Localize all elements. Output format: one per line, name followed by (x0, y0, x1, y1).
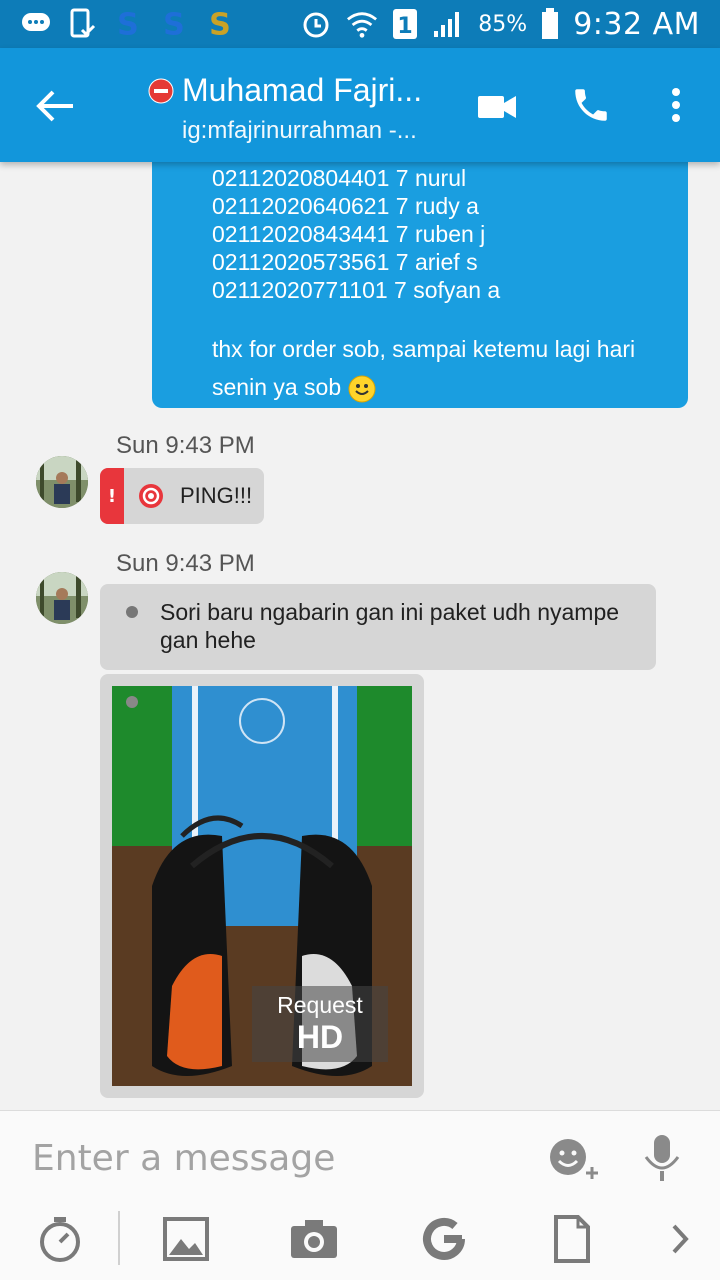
google-icon (423, 1218, 465, 1260)
gallery-icon (163, 1217, 209, 1261)
image-message[interactable]: Request HD (100, 674, 424, 1098)
outgoing-message[interactable]: 02112020804401 7 nurul 02112020640621 7 … (152, 162, 688, 408)
contact-info[interactable]: Muhamad Fajri... ig:mfajrinurrahman -... (148, 72, 448, 145)
google-button[interactable] (418, 1207, 470, 1271)
avatar[interactable] (36, 572, 88, 624)
mic-button[interactable] (640, 1131, 684, 1187)
emoji-button[interactable] (546, 1135, 602, 1183)
ping-icon (139, 484, 163, 508)
smiley-icon (348, 375, 376, 403)
s-app-icon: S (158, 7, 190, 41)
more-vert-icon (672, 88, 680, 122)
alarm-icon (300, 8, 332, 40)
mic-icon (644, 1135, 680, 1181)
battery-icon (541, 8, 559, 40)
ping-text: PING!!! (180, 483, 253, 508)
status-bar: S S S 1 85% 9:32 AM (0, 0, 720, 48)
incoming-message[interactable]: Sori baru ngabarin gan ini paket udh nya… (100, 584, 656, 670)
unread-dot-icon (126, 696, 138, 708)
alert-flag-icon: ! (100, 468, 124, 524)
wifi-icon (346, 8, 378, 40)
timer-icon (40, 1217, 80, 1262)
thanks-text: thx for order sob, sampai ketemu lagi ha… (212, 330, 668, 406)
video-call-button[interactable] (476, 86, 518, 126)
camera-button[interactable] (288, 1207, 340, 1271)
ping-message[interactable]: ! PING!!! (100, 468, 264, 524)
more-options-button[interactable] (662, 84, 690, 126)
request-hd-button[interactable]: Request HD (252, 986, 388, 1062)
order-list: 02112020804401 7 nurul 02112020640621 7 … (212, 162, 668, 304)
message-text: Sori baru ngabarin gan ini paket udh nya… (160, 599, 620, 653)
phone-icon (575, 89, 607, 121)
s-app-icon: S (112, 7, 144, 41)
svg-text:S: S (209, 7, 231, 41)
more-tools-button[interactable] (660, 1207, 700, 1271)
arrow-back-icon (36, 90, 73, 122)
s-app-icon: S (204, 7, 236, 41)
unread-dot-icon (126, 606, 138, 618)
message-timestamp: Sun 9:43 PM (116, 550, 255, 577)
order-line: 02112020804401 7 nurul (212, 165, 467, 191)
order-line: 02112020843441 7 ruben j (212, 221, 486, 247)
voice-call-button[interactable] (570, 84, 612, 126)
svg-text:S: S (117, 7, 139, 41)
chat-bubble-icon (20, 8, 52, 40)
order-line: 02112020573561 7 arief s (212, 249, 478, 275)
sim-slot-label: 1 (398, 14, 413, 39)
thanks-message: thx for order sob, sampai ketemu lagi ha… (212, 336, 636, 400)
avatar[interactable] (36, 456, 88, 508)
contact-name: Muhamad Fajri... (182, 72, 423, 108)
sim-icon: 1 (392, 8, 418, 40)
message-timestamp: Sun 9:43 PM (116, 432, 255, 459)
battery-percent: 85% (478, 11, 528, 37)
file-button[interactable] (546, 1207, 598, 1271)
avatar-photo (36, 572, 88, 624)
chat-area[interactable]: 02112020804401 7 nurul 02112020640621 7 … (0, 162, 720, 1108)
emoji-add-icon (550, 1139, 598, 1179)
status-blocked-icon (148, 78, 174, 103)
hd-label: HD (296, 1019, 344, 1055)
message-input[interactable] (32, 1133, 512, 1183)
timer-button[interactable] (34, 1207, 86, 1271)
request-label: Request (277, 992, 363, 1018)
order-line: 02112020771101 7 sofyan a (212, 277, 501, 303)
contact-subtitle: ig:mfajrinurrahman -... (182, 117, 417, 144)
order-line: 02112020640621 7 rudy a (212, 193, 479, 219)
video-camera-icon (478, 96, 516, 118)
composer (0, 1110, 720, 1280)
conversation-header: Muhamad Fajri... ig:mfajrinurrahman -... (0, 48, 720, 162)
svg-text:S: S (163, 7, 185, 41)
camera-icon (291, 1220, 337, 1258)
signal-icon (432, 8, 464, 40)
file-icon (554, 1215, 590, 1263)
phone-check-icon (66, 8, 98, 40)
toolbar-divider (118, 1211, 120, 1265)
attachment-toolbar (0, 1207, 720, 1271)
gallery-button[interactable] (160, 1207, 212, 1271)
clock: 9:32 AM (573, 6, 700, 42)
avatar-photo (36, 456, 88, 508)
back-button[interactable] (30, 84, 80, 128)
chevron-right-icon (672, 1224, 689, 1254)
